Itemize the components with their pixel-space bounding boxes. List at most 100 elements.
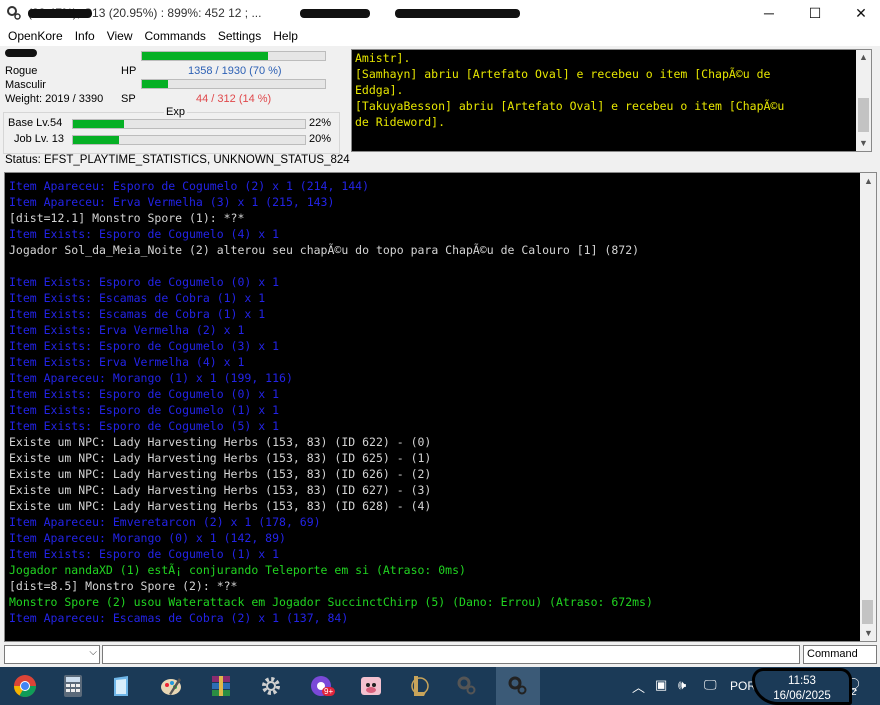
console-line: Item Exists: Esporo de Cogumelo (1) x 1 bbox=[9, 547, 280, 561]
scroll-up-icon[interactable]: ▲ bbox=[864, 176, 873, 186]
exp-label: Exp bbox=[164, 106, 187, 118]
console-line: Item Apareceu: Morango (0) x 1 (142, 89) bbox=[9, 531, 286, 545]
title-redaction bbox=[28, 9, 92, 18]
chat-line: Eddga]. bbox=[355, 83, 404, 97]
clock-time: 11:53 bbox=[788, 675, 816, 687]
openkore-app-icon bbox=[7, 6, 21, 20]
history-combo[interactable]: ⌵ bbox=[4, 645, 100, 664]
console-line: Item Apareceu: Erva Vermelha (3) x 1 (21… bbox=[9, 195, 335, 209]
scroll-up-icon[interactable]: ▲ bbox=[859, 52, 868, 62]
console-line: Item Exists: Esporo de Cogumelo (1) x 1 bbox=[9, 403, 280, 417]
chevron-up-icon[interactable]: ︿ bbox=[632, 677, 645, 696]
console-line: Item Exists: Esporo de Cogumelo (4) x 1 bbox=[9, 227, 280, 241]
base-exp-bar-fill bbox=[73, 120, 125, 128]
console-line: Item Exists: Escamas de Cobra (1) x 1 bbox=[9, 307, 266, 321]
character-info-panel: Rogue HP 1358 / 1930 (70 %) Masculir Wei… bbox=[0, 46, 348, 154]
console-line: Item Exists: Escamas de Cobra (1) x 1 bbox=[9, 291, 266, 305]
console-line: Item Exists: Esporo de Cogumelo (5) x 1 bbox=[9, 419, 280, 433]
menu-settings[interactable]: Settings bbox=[212, 29, 267, 43]
chat-panel[interactable]: Amistr]. [Samhayn] abriu [Artefato Oval] … bbox=[351, 49, 872, 152]
job-exp-bar bbox=[72, 135, 306, 145]
game-cow-icon[interactable] bbox=[356, 671, 386, 701]
job-exp-bar-fill bbox=[73, 136, 120, 144]
status-line: Status: EFST_PLAYTIME_STATISTICS, UNKNOW… bbox=[5, 154, 350, 166]
console-line: Item Apareceu: Morango (1) x 1 (199, 116… bbox=[9, 371, 293, 385]
hp-value: 1358 / 1930 (70 %) bbox=[188, 65, 282, 77]
console-line: Existe um NPC: Lady Harvesting Herbs (15… bbox=[9, 435, 432, 449]
console-line: Existe um NPC: Lady Harvesting Herbs (15… bbox=[9, 467, 432, 481]
menu-help[interactable]: Help bbox=[267, 29, 304, 43]
console-line: Item Apareceu: Esporo de Cogumelo (2) x … bbox=[9, 179, 370, 193]
winrar-icon[interactable] bbox=[206, 671, 236, 701]
chevron-down-icon[interactable]: ⌵ bbox=[89, 647, 97, 658]
title-redaction bbox=[300, 9, 370, 18]
console-line: Item Exists: Erva Vermelha (2) x 1 bbox=[9, 323, 245, 337]
sp-bar bbox=[141, 79, 326, 89]
openkore-taskbar-icon-active[interactable] bbox=[496, 667, 540, 705]
exp-group: Exp Base Lv.54 22% Job Lv. 13 20% bbox=[3, 106, 340, 154]
top-status-bar bbox=[141, 51, 326, 61]
title-bar: (22.47%), C13 (20.95%) : 899%: 452 12 ; … bbox=[0, 0, 880, 26]
tray-app-icon[interactable]: ▣ bbox=[655, 677, 667, 693]
menu-commands[interactable]: Commands bbox=[139, 29, 212, 43]
gamepad-app-icon[interactable]: 9+ bbox=[306, 671, 336, 701]
top-status-bar-fill bbox=[142, 52, 269, 60]
chat-line: Amistr]. bbox=[355, 51, 411, 65]
base-exp-percent: 22% bbox=[309, 117, 332, 129]
league-client-icon[interactable] bbox=[404, 671, 434, 701]
console-scrollbar[interactable]: ▲ ▼ bbox=[860, 173, 876, 641]
openkore-taskbar-icon[interactable] bbox=[452, 671, 482, 701]
taskbar: 9+ ︿ ▣ 🕪 🖵 POR 🗨 2 bbox=[0, 667, 880, 705]
volume-icon[interactable]: 🕪 bbox=[678, 677, 686, 693]
settings-gear-icon[interactable] bbox=[256, 671, 286, 701]
menu-bar: OpenKore Info View Commands Settings Hel… bbox=[0, 26, 880, 46]
chat-scroll-thumb[interactable] bbox=[858, 98, 869, 132]
maximize-button[interactable]: ☐ bbox=[792, 0, 838, 26]
sex-label: Masculir bbox=[5, 79, 46, 91]
command-input[interactable] bbox=[102, 645, 800, 664]
menu-info[interactable]: Info bbox=[69, 29, 101, 43]
chat-scrollbar[interactable]: ▲ ▼ bbox=[856, 50, 871, 151]
paint-icon[interactable] bbox=[156, 671, 186, 701]
console-line: Item Exists: Esporo de Cogumelo (0) x 1 bbox=[9, 275, 280, 289]
console-line: Item Exists: Esporo de Cogumelo (0) x 1 bbox=[9, 387, 280, 401]
weight-label: Weight: 2019 / 3390 bbox=[5, 93, 104, 105]
console-line: Item Exists: Erva Vermelha (4) x 1 bbox=[9, 355, 245, 369]
menu-view[interactable]: View bbox=[101, 29, 139, 43]
calculator-icon[interactable] bbox=[58, 671, 88, 701]
chrome-icon[interactable] bbox=[10, 671, 40, 701]
hp-label: HP bbox=[121, 65, 137, 77]
notepad-icon[interactable] bbox=[106, 671, 136, 701]
console-line: [dist=12.1] Monstro Spore (1): *?* bbox=[9, 211, 245, 225]
menu-openkore[interactable]: OpenKore bbox=[2, 29, 69, 43]
console-log[interactable]: Item Apareceu: Esporo de Cogumelo (2) x … bbox=[4, 172, 877, 642]
class-label: Rogue bbox=[5, 65, 38, 77]
taskbar-clock[interactable]: 11:53 16/06/2025 bbox=[752, 668, 852, 705]
job-level-label: Job Lv. 13 bbox=[14, 133, 64, 145]
scroll-down-icon[interactable]: ▼ bbox=[859, 138, 868, 148]
console-line: Item Apareceu: Escamas de Cobra (2) x 1 … bbox=[9, 611, 349, 625]
network-icon[interactable]: 🖵 bbox=[704, 677, 717, 693]
console-line: Monstro Spore (2) usou Waterattack em Jo… bbox=[9, 595, 653, 609]
notification-badge: 9+ bbox=[322, 687, 336, 696]
command-type-select[interactable]: Command bbox=[803, 645, 877, 664]
job-exp-percent: 20% bbox=[309, 133, 332, 145]
base-level-label: Base Lv.54 bbox=[8, 117, 63, 129]
close-button[interactable]: ✕ bbox=[838, 0, 880, 26]
scroll-down-icon[interactable]: ▼ bbox=[864, 628, 873, 638]
console-line: Item Apareceu: Emveretarcon (2) x 1 (178… bbox=[9, 515, 321, 529]
chat-line: [TakuyaBesson] abriu [Artefato Oval] e r… bbox=[355, 99, 785, 113]
sp-bar-fill bbox=[142, 80, 168, 88]
console-line: Existe um NPC: Lady Harvesting Herbs (15… bbox=[9, 451, 432, 465]
sp-label: SP bbox=[121, 93, 136, 105]
console-line: Existe um NPC: Lady Harvesting Herbs (15… bbox=[9, 499, 432, 513]
console-line: Jogador nandaXD (1) estÃ¡ conjurando Tel… bbox=[9, 563, 466, 577]
base-exp-bar bbox=[72, 119, 306, 129]
minimize-button[interactable]: ─ bbox=[746, 0, 792, 26]
console-scroll-thumb[interactable] bbox=[862, 600, 873, 624]
chat-line: de Rideword]. bbox=[355, 115, 446, 129]
title-redaction bbox=[395, 9, 520, 18]
clock-date: 16/06/2025 bbox=[773, 690, 831, 702]
console-line: Existe um NPC: Lady Harvesting Herbs (15… bbox=[9, 483, 432, 497]
